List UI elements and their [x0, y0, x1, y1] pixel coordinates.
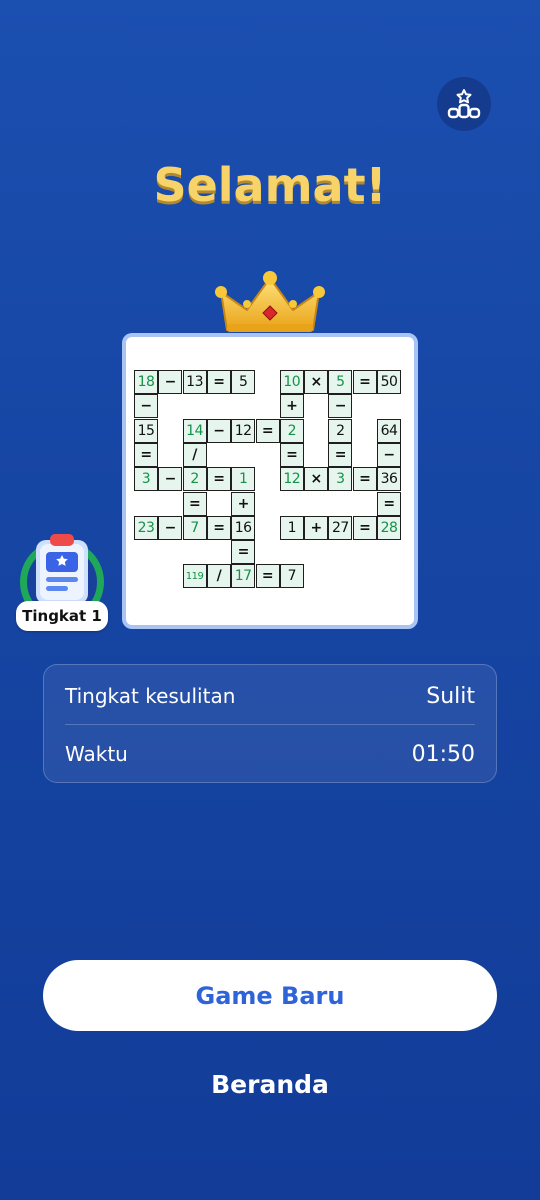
puzzle-operator-cell: +: [304, 515, 329, 540]
puzzle-operator-cell: =: [328, 442, 353, 467]
puzzle-operator-cell: =: [352, 515, 377, 540]
puzzle-number-cell: 7: [279, 564, 304, 589]
crown-icon: [215, 271, 325, 332]
puzzle-operator-cell: =: [279, 442, 304, 467]
difficulty-row: Tingkat kesulitan Sulit: [65, 667, 475, 725]
puzzle-number-cell: 12: [279, 467, 304, 492]
puzzle-operator-cell: −: [328, 394, 353, 419]
puzzle-operator-cell: −: [158, 467, 183, 492]
puzzle-operator-cell: ×: [304, 370, 329, 394]
time-label: Waktu: [65, 742, 128, 766]
puzzle-number-cell: 15: [134, 418, 158, 443]
result-info-card: Tingkat kesulitan Sulit Waktu 01:50: [43, 664, 497, 783]
puzzle-operator-cell: /: [182, 442, 207, 467]
puzzle-number-cell: 36: [377, 467, 401, 492]
puzzle-operator-cell: =: [134, 442, 158, 467]
podium-star-icon: [447, 89, 481, 119]
puzzle-number-cell: 28: [377, 515, 401, 540]
puzzle-operator-cell: −: [158, 515, 183, 540]
leaderboard-button[interactable]: [437, 77, 491, 131]
clipboard-star-icon: [36, 534, 88, 604]
puzzle-number-cell: 27: [328, 515, 353, 540]
puzzle-number-cell: 5: [231, 370, 256, 394]
puzzle-operator-cell: =: [182, 491, 207, 516]
congrats-title: Selamat!: [153, 158, 387, 212]
puzzle-operator-cell: −: [134, 394, 158, 419]
puzzle-number-cell: 7: [182, 515, 207, 540]
puzzle-number-cell: 18: [134, 370, 158, 394]
puzzle-board: 18−13 = 5 10 × 5 = 50− + −15 14−12 = 2 2 64 = / = = −3−2 = 1 1…: [122, 333, 418, 629]
puzzle-number-cell: 10: [279, 370, 304, 394]
new-game-button[interactable]: Game Baru: [43, 960, 497, 1031]
puzzle-operator-cell: −: [377, 442, 401, 467]
level-badge: Tingkat 1: [14, 530, 110, 634]
puzzle-number-cell: 2: [182, 467, 207, 492]
puzzle-number-cell: 2: [279, 418, 304, 443]
puzzle-operator-cell: ×: [304, 467, 329, 492]
puzzle-number-cell: 1: [231, 467, 256, 492]
puzzle-number-cell: 119: [182, 564, 207, 589]
puzzle-grid: 18−13 = 5 10 × 5 = 50− + −15 14−12 = 2 2 64 = / = = −3−2 = 1 1…: [134, 370, 406, 596]
difficulty-label: Tingkat kesulitan: [65, 684, 236, 708]
puzzle-operator-cell: −: [206, 418, 231, 443]
home-button[interactable]: Beranda: [0, 1070, 540, 1099]
puzzle-operator-cell: =: [352, 370, 377, 394]
puzzle-number-cell: 23: [134, 515, 158, 540]
puzzle-number-cell: 3: [328, 467, 353, 492]
time-value: 01:50: [411, 741, 475, 767]
puzzle-operator-cell: =: [206, 370, 231, 394]
puzzle-operator-cell: =: [206, 467, 231, 492]
puzzle-number-cell: 17: [231, 564, 256, 589]
difficulty-value: Sulit: [426, 683, 475, 709]
puzzle-number-cell: 12: [231, 418, 256, 443]
puzzle-operator-cell: =: [377, 491, 401, 516]
puzzle-operator-cell: =: [206, 515, 231, 540]
puzzle-number-cell: 50: [377, 370, 401, 394]
puzzle-operator-cell: +: [279, 394, 304, 419]
puzzle-number-cell: 3: [134, 467, 158, 492]
puzzle-number-cell: 5: [328, 370, 353, 394]
puzzle-number-cell: 2: [328, 418, 353, 443]
puzzle-operator-cell: +: [231, 491, 256, 516]
puzzle-operator-cell: =: [231, 540, 256, 565]
level-label: Tingkat 1: [16, 601, 108, 631]
puzzle-operator-cell: =: [352, 467, 377, 492]
puzzle-operator-cell: −: [158, 370, 183, 394]
puzzle-number-cell: 16: [231, 515, 256, 540]
puzzle-number-cell: 64: [377, 418, 401, 443]
puzzle-operator-cell: /: [206, 564, 231, 589]
puzzle-number-cell: 14: [182, 418, 207, 443]
time-row: Waktu 01:50: [65, 725, 475, 783]
puzzle-number-cell: 1: [279, 515, 304, 540]
puzzle-number-cell: 13: [182, 370, 207, 394]
puzzle-operator-cell: =: [255, 564, 280, 589]
puzzle-operator-cell: =: [255, 418, 280, 443]
